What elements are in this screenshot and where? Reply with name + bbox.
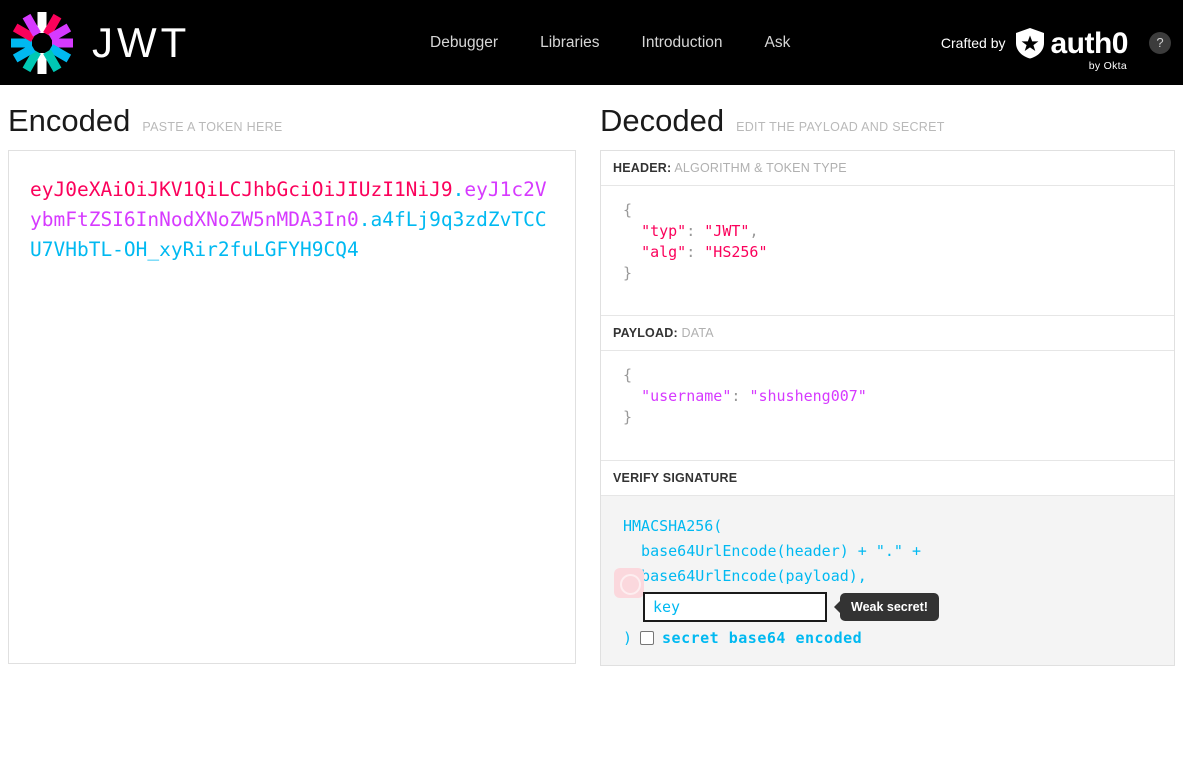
help-icon[interactable]: ? <box>1149 31 1171 54</box>
header-json-editor[interactable]: { "typ": "JWT", "alg": "HS256" } <box>601 186 1174 315</box>
encoded-column: Encoded PASTE A TOKEN HERE eyJ0eXAiOiJKV… <box>0 85 600 764</box>
nav-links: Debugger Libraries Introduction Ask <box>430 0 790 85</box>
crafted-by-label: Crafted by <box>940 34 1006 51</box>
header-value-alg: "HS256" <box>704 243 768 261</box>
nav-item-introduction[interactable]: Introduction <box>642 34 723 52</box>
brand-lockup[interactable]: JWT <box>10 11 190 75</box>
secret-row: Weak secret! <box>623 592 1152 622</box>
encoded-subtitle: PASTE A TOKEN HERE <box>142 120 283 134</box>
signature-code-line-3: base64UrlEncode(payload), <box>623 567 867 585</box>
brand-name: JWT <box>92 18 191 66</box>
decoded-column: Decoded EDIT THE PAYLOAD AND SECRET HEAD… <box>600 85 1183 764</box>
weak-secret-tooltip: Weak secret! <box>840 593 939 621</box>
decoded-subtitle: EDIT THE PAYLOAD AND SECRET <box>736 120 945 134</box>
header-brace-open: { <box>623 201 633 219</box>
signature-label-strong: VERIFY SIGNATURE <box>613 471 738 485</box>
decoded-header: Decoded EDIT THE PAYLOAD AND SECRET <box>600 85 1175 150</box>
jwt-token-text: eyJ0eXAiOiJKV1QiLCJhbGciOiJIUzI1NiJ9.eyJ… <box>30 175 554 265</box>
top-navbar: JWT Debugger Libraries Introduction Ask … <box>0 0 1183 85</box>
signature-code-line-1: HMACSHA256( <box>623 517 723 535</box>
crafted-by-block: Crafted by auth0 by Okta ? <box>941 0 1171 85</box>
signature-close-paren: ) <box>623 629 633 647</box>
header-colon-2: : <box>686 243 705 261</box>
main-content: Encoded PASTE A TOKEN HERE eyJ0eXAiOiJKV… <box>0 85 1183 764</box>
signature-panel-label: VERIFY SIGNATURE <box>601 460 1174 496</box>
header-value-typ: "JWT" <box>704 222 750 240</box>
auth0-wordmark: auth0 <box>1050 27 1128 60</box>
header-brace-close: } <box>623 264 633 282</box>
nav-item-ask[interactable]: Ask <box>765 34 791 52</box>
payload-json-content: { "username": "shusheng007" } <box>623 365 1152 428</box>
signature-code-line-2: base64UrlEncode(header) + "." + <box>623 542 922 560</box>
auth0-shield-icon <box>1016 27 1045 58</box>
secret-base64-label[interactable]: secret base64 encoded <box>662 629 862 647</box>
payload-key-username: "username" <box>641 387 732 405</box>
payload-colon-1: : <box>731 387 750 405</box>
payload-brace-open: { <box>623 366 633 384</box>
header-panel-label: HEADER: ALGORITHM & TOKEN TYPE <box>601 151 1174 186</box>
decoded-title: Decoded <box>600 103 725 138</box>
auth0-byline: by Okta <box>1088 59 1127 72</box>
jwt-burst-logo-icon <box>10 11 74 75</box>
payload-label-strong: PAYLOAD: <box>613 326 678 340</box>
token-separator-2: . <box>358 208 371 231</box>
payload-brace-close: } <box>623 408 633 426</box>
encoded-token-input[interactable]: eyJ0eXAiOiJKV1QiLCJhbGciOiJIUzI1NiJ9.eyJ… <box>8 150 576 664</box>
header-key-alg: "alg" <box>641 243 687 261</box>
header-comma-1: , <box>749 222 759 240</box>
header-json-content: { "typ": "JWT", "alg": "HS256" } <box>623 200 1152 284</box>
token-separator-1: . <box>452 178 465 201</box>
header-key-typ: "typ" <box>641 222 687 240</box>
nav-item-libraries[interactable]: Libraries <box>540 34 599 52</box>
base64-row: ) secret base64 encoded <box>623 629 1152 647</box>
encoded-header: Encoded PASTE A TOKEN HERE <box>8 85 576 150</box>
payload-json-editor[interactable]: { "username": "shusheng007" } <box>601 351 1174 460</box>
header-colon-1: : <box>686 222 705 240</box>
secret-base64-checkbox[interactable] <box>640 631 655 645</box>
signature-editor[interactable]: HMACSHA256( base64UrlEncode(header) + ".… <box>601 496 1174 665</box>
secret-input[interactable] <box>643 592 827 622</box>
header-label-strong: HEADER: <box>613 161 672 175</box>
payload-panel-label: PAYLOAD: DATA <box>601 315 1174 351</box>
token-header-part: eyJ0eXAiOiJKV1QiLCJhbGciOiJIUzI1NiJ9 <box>30 178 453 201</box>
payload-label-dim: DATA <box>681 326 714 340</box>
auth0-logo[interactable]: auth0 by Okta <box>1014 27 1128 72</box>
header-label-dim: ALGORITHM & TOKEN TYPE <box>674 161 847 175</box>
decoded-panels: HEADER: ALGORITHM & TOKEN TYPE { "typ": … <box>600 150 1175 666</box>
nav-item-debugger[interactable]: Debugger <box>430 34 498 52</box>
payload-value-username: "shusheng007" <box>749 387 867 405</box>
encoded-title: Encoded <box>8 103 131 138</box>
